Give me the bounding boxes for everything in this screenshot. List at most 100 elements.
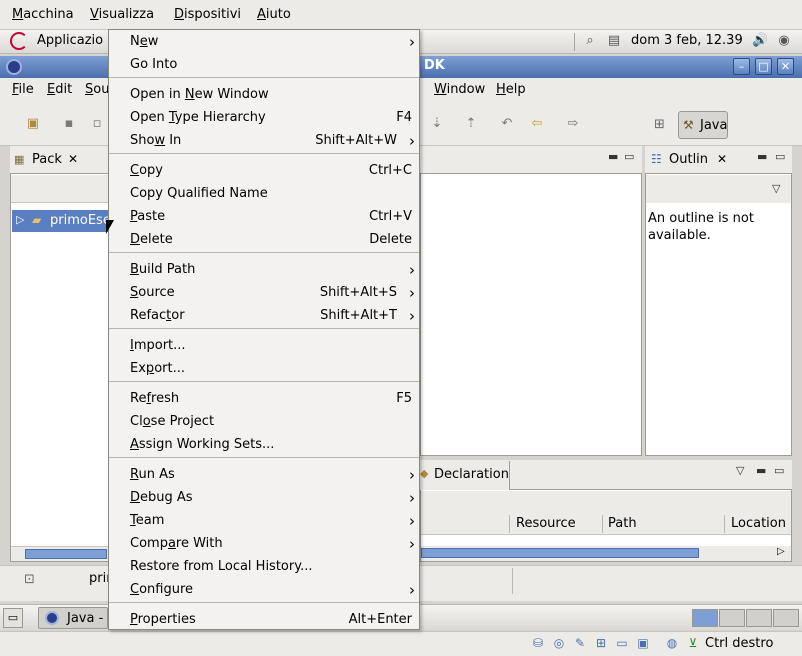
virtualization-icon[interactable]: ▣ — [635, 636, 651, 652]
vbox-menu-aiuto[interactable]: Aiuto — [257, 7, 291, 22]
outline-tab[interactable]: ☷ Outlin ✕ ▬ ▭ — [645, 146, 792, 174]
menu-item-show-in[interactable]: Show In Shift+Alt+W › — [109, 130, 419, 153]
menu-item-restore-from-local-history[interactable]: Restore from Local History... — [109, 556, 419, 579]
menu-item-paste[interactable]: Paste Ctrl+V — [109, 206, 419, 229]
package-explorer-hscrollbar[interactable] — [11, 546, 109, 561]
back-icon[interactable]: ⇦ — [528, 116, 546, 132]
show-desktop-icon[interactable]: ▭ — [3, 608, 23, 628]
menu-item-import[interactable]: Import... — [109, 335, 419, 358]
menu-item-compare-with[interactable]: Compare With › — [109, 533, 419, 556]
view-menu-icon[interactable]: ▽ — [736, 464, 744, 477]
menu-item-new[interactable]: New › — [109, 31, 419, 54]
menu-item-properties[interactable]: Properties Alt+Enter — [109, 609, 419, 632]
menu-item-refactor[interactable]: Refactor Shift+Alt+T › — [109, 305, 419, 328]
applications-menu[interactable]: Applicazio — [37, 33, 103, 48]
last-edit-icon[interactable]: ↶ — [498, 116, 516, 132]
scroll-right-icon[interactable]: ▷ — [777, 546, 785, 557]
menu-item-open-type-hierarchy[interactable]: Open Type Hierarchy F4 — [109, 107, 419, 130]
taskbar-java-button[interactable]: Java - — [38, 607, 108, 629]
usb-icon[interactable]: ✎ — [572, 636, 588, 652]
panel-clock[interactable]: dom 3 feb, 12.39 — [631, 33, 743, 48]
menu-item-build-path[interactable]: Build Path › — [109, 259, 419, 282]
menu-item-debug-as[interactable]: Debug As › — [109, 487, 419, 510]
print-icon[interactable]: ▫ — [88, 116, 106, 132]
menu-item-team[interactable]: Team › — [109, 510, 419, 533]
minimize-view-icon[interactable]: ▬ — [757, 150, 767, 163]
table-header: Resource Path Location — [421, 513, 791, 535]
column-header-location[interactable]: Location — [731, 516, 786, 531]
volume-icon[interactable]: 🔊 — [752, 33, 768, 49]
new-wizard-icon[interactable]: ▣ — [24, 116, 42, 132]
network-icon[interactable]: ▤ — [606, 33, 622, 49]
workspace-1[interactable] — [692, 609, 718, 627]
menu-item-label: Close Project — [130, 414, 215, 429]
menu-item-refresh[interactable]: Refresh F5 — [109, 388, 419, 411]
workspace-3[interactable] — [746, 609, 772, 627]
maximize-button[interactable]: □ — [755, 58, 772, 75]
declaration-icon: ◆ — [420, 467, 429, 480]
search-icon[interactable]: ⌕ — [582, 33, 598, 49]
menu-item-configure[interactable]: Configure › — [109, 579, 419, 602]
scrollbar-thumb[interactable] — [25, 549, 107, 559]
close-tab-icon[interactable]: ✕ — [717, 152, 727, 166]
close-tab-icon[interactable]: ✕ — [68, 152, 78, 166]
menu-file[interactable]: File — [12, 82, 34, 97]
close-window-button[interactable]: ✕ — [777, 58, 794, 75]
column-header-resource[interactable]: Resource — [516, 516, 576, 531]
outline-icon: ☷ — [651, 152, 662, 166]
menu-item-export[interactable]: Export... — [109, 358, 419, 381]
open-perspective-icon[interactable]: ⊞ — [654, 117, 665, 132]
submenu-arrow-icon: › — [409, 489, 415, 507]
host-key-icon[interactable]: ⊻ — [685, 636, 701, 652]
minimize-button[interactable]: – — [733, 58, 750, 75]
menu-source[interactable]: Sou — [85, 82, 109, 97]
next-annotation-icon[interactable]: ⇣ — [428, 116, 446, 132]
minimize-view-icon[interactable]: ▬ — [608, 150, 618, 163]
package-explorer-tab[interactable]: ▦ Pack ✕ — [10, 146, 110, 174]
menu-item-close-project[interactable]: Close Project — [109, 411, 419, 434]
shared-folders-icon[interactable]: ▭ — [614, 636, 630, 652]
column-header-path[interactable]: Path — [608, 516, 637, 531]
network-adapter-icon[interactable]: ⊞ — [593, 636, 609, 652]
maximize-view-icon[interactable]: ▭ — [774, 464, 784, 477]
menu-window[interactable]: Window — [434, 82, 485, 97]
status-new-icon[interactable]: ⊡ — [24, 572, 35, 587]
vbox-menu-macchina[interactable]: Macchina — [12, 7, 74, 22]
scrollbar-thumb[interactable] — [421, 548, 699, 558]
menu-item-label: Go Into — [130, 57, 178, 72]
prev-annotation-icon[interactable]: ⇡ — [462, 116, 480, 132]
mouse-integration-icon[interactable]: ◍ — [664, 636, 680, 652]
vbox-menu-dispositivi[interactable]: Dispositivi — [174, 7, 241, 22]
menu-item-label: Import... — [130, 338, 186, 353]
menu-item-copy[interactable]: Copy Ctrl+C — [109, 160, 419, 183]
vbox-tray-icon[interactable]: ◉ — [776, 33, 792, 49]
forward-icon[interactable]: ⇨ — [564, 116, 582, 132]
java-perspective-button[interactable]: ⚒ Java — [678, 111, 728, 139]
workspace-2[interactable] — [719, 609, 745, 627]
maximize-view-icon[interactable]: ▭ — [624, 150, 634, 163]
cd-drive-icon[interactable]: ◎ — [551, 636, 567, 652]
menu-edit[interactable]: Edit — [47, 82, 72, 97]
declaration-tab[interactable]: ◆ Declaration — [420, 461, 510, 490]
menu-item-delete[interactable]: Delete Delete — [109, 229, 419, 252]
debian-logo-icon[interactable] — [10, 32, 28, 50]
bottom-view-hscrollbar[interactable]: ▷ — [421, 546, 791, 561]
menu-item-run-as[interactable]: Run As › — [109, 464, 419, 487]
tree-item-project[interactable]: ▷ ▰ primoEse — [12, 210, 111, 232]
menu-help[interactable]: Help — [496, 82, 526, 97]
hard-disk-icon[interactable]: ⛁ — [530, 636, 546, 652]
expand-arrow-icon[interactable]: ▷ — [16, 213, 24, 226]
mouse-cursor-icon — [106, 220, 114, 234]
maximize-view-icon[interactable]: ▭ — [775, 150, 785, 163]
menu-item-go-into[interactable]: Go Into — [109, 54, 419, 77]
menu-item-copy-qualified-name[interactable]: Copy Qualified Name — [109, 183, 419, 206]
menu-item-source[interactable]: Source Shift+Alt+S › — [109, 282, 419, 305]
save-icon[interactable]: ▪ — [60, 116, 78, 132]
vbox-menu-visualizza[interactable]: Visualizza — [90, 7, 154, 22]
minimize-view-icon[interactable]: ▬ — [756, 464, 766, 477]
menu-item-assign-working-sets[interactable]: Assign Working Sets... — [109, 434, 419, 457]
view-menu-icon[interactable]: ▽ — [772, 182, 780, 195]
menu-item-label: Open in New Window — [130, 87, 269, 102]
menu-item-open-in-new-window[interactable]: Open in New Window — [109, 84, 419, 107]
workspace-4[interactable] — [773, 609, 799, 627]
